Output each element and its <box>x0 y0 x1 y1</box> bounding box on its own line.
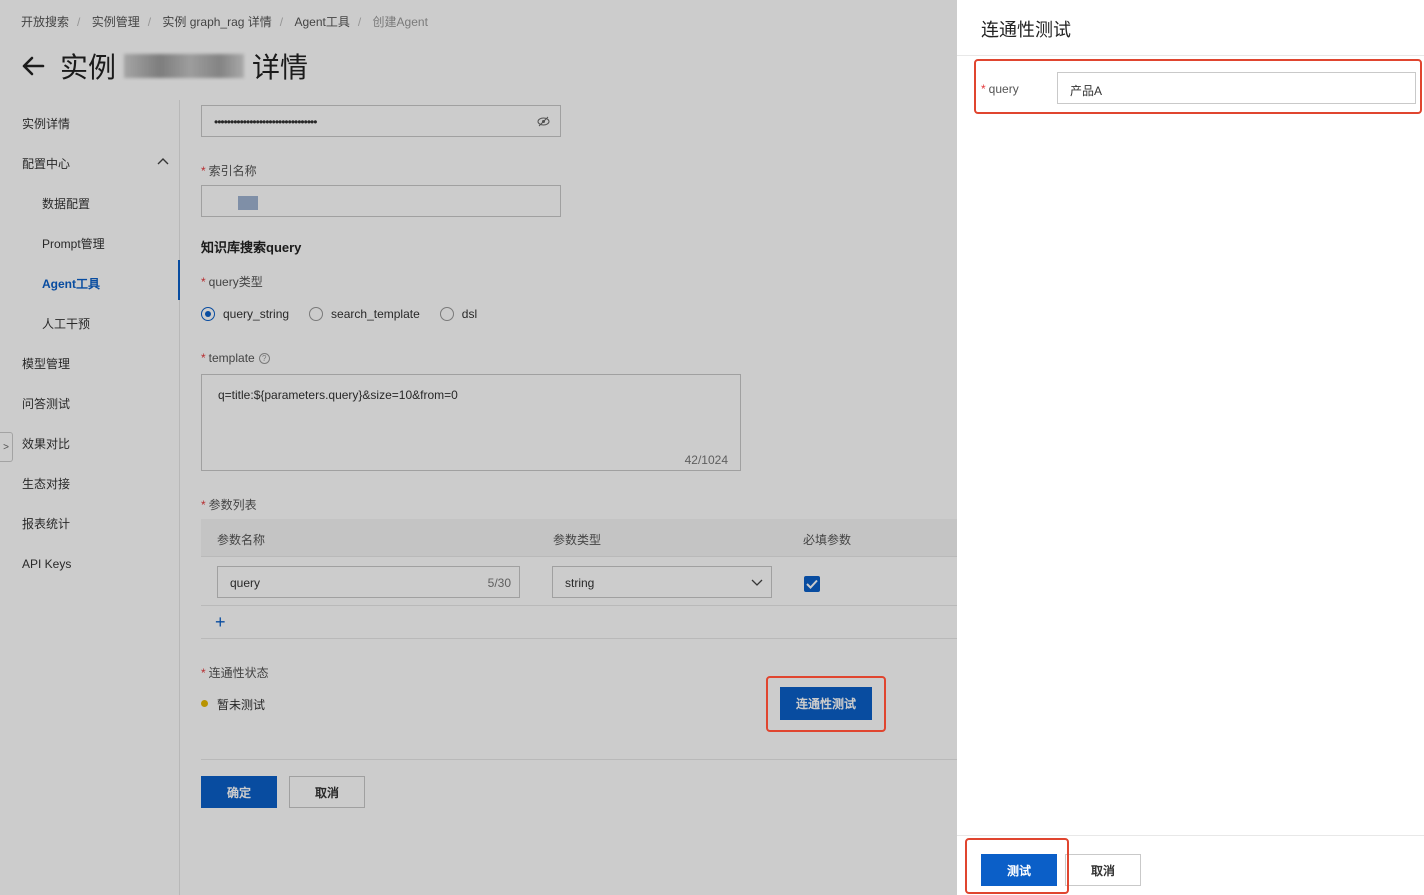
drawer-title: 连通性测试 <box>981 20 1071 40</box>
query-input-value: 产品A <box>1070 84 1103 98</box>
modal-overlay[interactable] <box>0 0 957 895</box>
query-input[interactable]: 产品A <box>1057 72 1416 104</box>
connectivity-test-drawer: 连通性测试 * query 产品A 测试 取消 <box>957 0 1424 895</box>
test-button[interactable]: 测试 <box>981 854 1057 886</box>
divider <box>957 55 1424 56</box>
divider <box>957 835 1424 836</box>
agent-edit-page: 开放搜索 / 实例管理 / 实例 graph_rag 详情 / Agent工具 / 创建… <box>0 0 957 895</box>
query-field-label: * query <box>981 82 1019 96</box>
drawer-cancel-button[interactable]: 取消 <box>1065 854 1141 886</box>
